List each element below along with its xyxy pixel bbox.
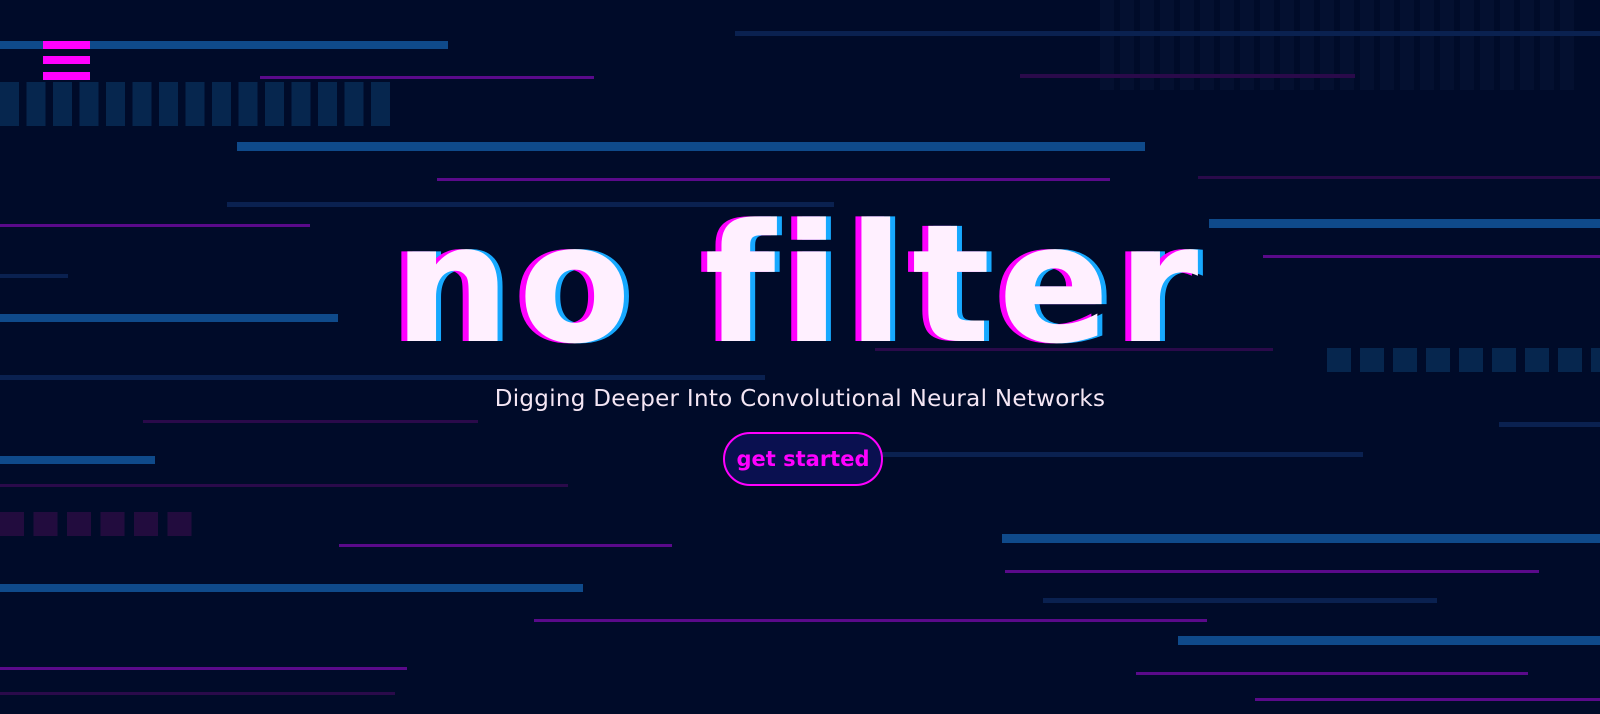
glitch-block	[67, 512, 91, 536]
glitch-line	[339, 544, 672, 547]
glitch-stripe	[1420, 0, 1434, 90]
glitch-line	[0, 456, 155, 464]
glitch-line	[1198, 176, 1600, 179]
glitch-block	[26, 82, 46, 126]
glitch-line	[0, 667, 407, 670]
glitch-line	[0, 484, 568, 487]
glitch-line	[1136, 672, 1528, 675]
glitch-line	[1043, 598, 1437, 603]
glitch-block	[100, 512, 125, 536]
hamburger-bar	[43, 72, 90, 80]
glitch-line	[437, 178, 1110, 181]
glitch-line	[143, 420, 478, 423]
glitch-block	[371, 82, 390, 126]
glitch-line	[735, 31, 1600, 36]
glitch-line	[1002, 534, 1600, 543]
glitch-block	[238, 82, 258, 126]
get-started-button[interactable]: get started	[723, 432, 883, 486]
hamburger-bar	[43, 56, 90, 64]
glitch-stripe	[1560, 0, 1574, 90]
glitch-line	[1005, 570, 1539, 573]
glitch-line	[1499, 422, 1600, 427]
glitch-stripe	[1380, 0, 1394, 90]
glitch-block	[106, 82, 125, 126]
glitch-line	[1178, 636, 1600, 645]
glitch-block	[79, 82, 99, 126]
glitch-stripe	[1480, 0, 1494, 90]
hero-subtitle: Digging Deeper Into Convolutional Neural…	[494, 386, 1106, 412]
glitch-line	[870, 452, 1363, 457]
hero-title: no filter	[393, 189, 1207, 380]
glitch-block	[0, 512, 24, 536]
glitch-stripe	[1360, 0, 1374, 90]
glitch-block	[344, 82, 364, 126]
glitch-block	[185, 82, 205, 126]
glitch-block	[0, 82, 19, 126]
glitch-stripe	[1540, 0, 1554, 90]
hamburger-menu-icon[interactable]	[43, 41, 90, 80]
glitch-line	[1255, 698, 1600, 701]
hamburger-bar	[43, 41, 90, 49]
glitch-block	[53, 82, 72, 126]
glitch-block	[134, 512, 158, 536]
glitch-block	[159, 82, 178, 126]
glitch-line	[534, 619, 1207, 622]
glitch-line	[237, 142, 1145, 151]
glitch-stripe	[1440, 0, 1454, 90]
glitch-block	[291, 82, 311, 126]
glitch-stripe	[1520, 0, 1534, 90]
glitch-block	[318, 82, 337, 126]
glitch-block	[132, 82, 152, 126]
glitch-stripe	[1400, 0, 1414, 90]
glitch-line	[0, 692, 395, 695]
glitch-stripe	[1500, 0, 1514, 90]
glitch-stripe	[1460, 0, 1474, 90]
glitch-block	[33, 512, 58, 536]
glitch-block	[265, 82, 284, 126]
glitch-block	[167, 512, 192, 536]
glitch-block	[212, 82, 231, 126]
glitch-line	[0, 584, 583, 592]
glitch-line	[1020, 74, 1355, 78]
glitch-line	[260, 76, 594, 79]
